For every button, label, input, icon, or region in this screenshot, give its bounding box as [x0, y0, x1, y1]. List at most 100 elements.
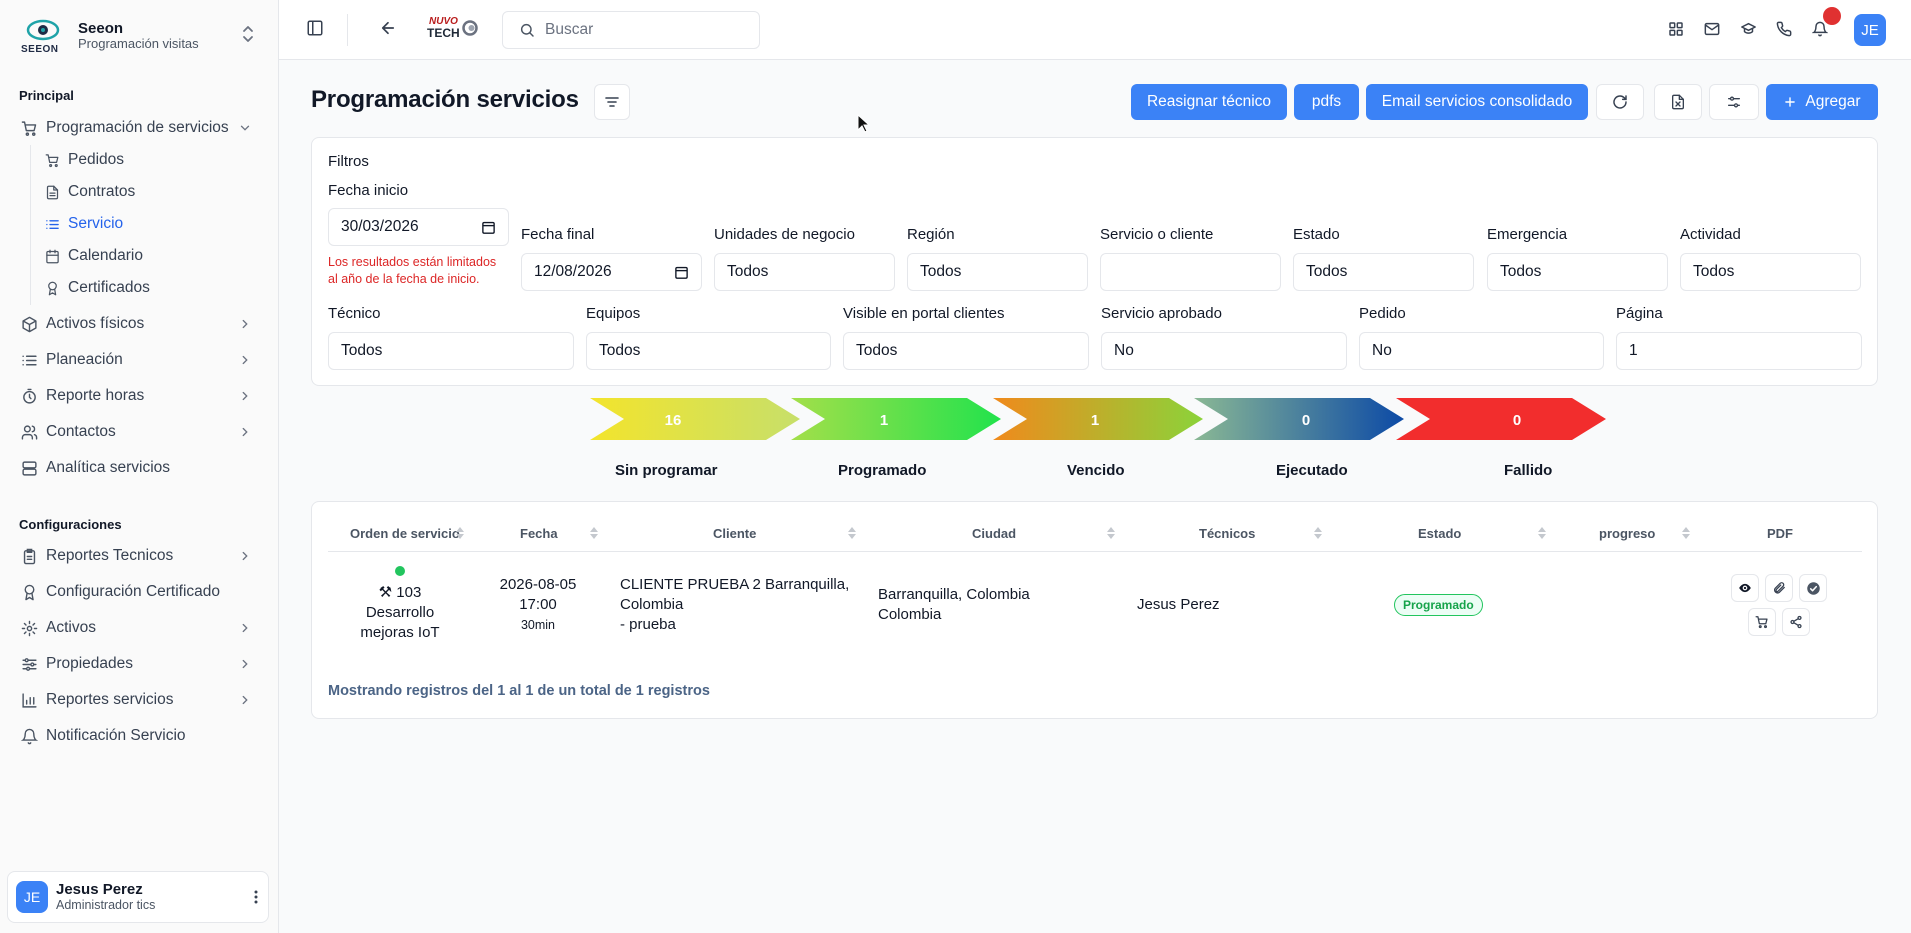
paperclip-icon	[1772, 581, 1786, 595]
chevron-right-icon	[238, 353, 252, 367]
sub-item-certificados[interactable]: Certificados	[44, 274, 244, 302]
sort-icon[interactable]	[1107, 527, 1115, 539]
sort-icon[interactable]	[1538, 527, 1546, 539]
sub-item-contratos[interactable]: Contratos	[44, 178, 244, 206]
servicio-cliente-input[interactable]	[1100, 253, 1281, 291]
topbar-avatar[interactable]: JE	[1854, 14, 1886, 46]
col-ciudad[interactable]: Ciudad	[972, 526, 1016, 541]
pdfs-button[interactable]: pdfs	[1294, 84, 1359, 120]
sort-icon[interactable]	[1314, 527, 1322, 539]
brand-switcher[interactable]: SEEON Seeon Programación visitas	[18, 16, 263, 56]
nav-activos[interactable]: Activos	[20, 613, 260, 643]
client-cell: CLIENTE PRUEBA 2 Barranquilla, Colombia …	[620, 575, 860, 635]
sort-icon[interactable]	[456, 527, 464, 539]
col-tecnicos[interactable]: Técnicos	[1199, 526, 1255, 541]
nav-propiedades[interactable]: Propiedades	[20, 649, 260, 679]
seeon-logo: SEEON	[18, 16, 68, 56]
pedido-select[interactable]: No	[1359, 332, 1604, 370]
col-progreso[interactable]: progreso	[1599, 526, 1655, 541]
region-select[interactable]: Todos	[907, 253, 1088, 291]
tecnico-label: Técnico	[328, 305, 381, 322]
calendar-icon[interactable]	[674, 265, 689, 280]
tecnico-select[interactable]: Todos	[328, 332, 574, 370]
cart-icon	[44, 152, 60, 168]
nav-reportes-tecnicos[interactable]: Reportes Tecnicos	[20, 541, 260, 571]
email-consolidated-button[interactable]: Email servicios consolidado	[1366, 84, 1588, 120]
sub-item-label: Pedidos	[68, 151, 125, 168]
share-button[interactable]	[1782, 608, 1810, 636]
pagina-select[interactable]: 1	[1616, 332, 1862, 370]
apps-icon[interactable]	[1668, 21, 1684, 37]
actividad-select[interactable]: Todos	[1680, 253, 1861, 291]
view-button[interactable]	[1731, 574, 1759, 602]
attachment-button[interactable]	[1765, 574, 1793, 602]
filter-toggle-button[interactable]	[594, 84, 630, 120]
reassign-technician-button[interactable]: Reasignar técnico	[1131, 84, 1287, 120]
sub-item-pedidos[interactable]: Pedidos	[44, 146, 244, 174]
box-icon	[20, 315, 38, 333]
more-vertical-icon[interactable]	[254, 889, 258, 905]
order-description-line-1: Desarrollo	[365, 604, 435, 621]
nav-programacion-servicios[interactable]: Programación de servicios	[20, 113, 260, 143]
equipos-select[interactable]: Todos	[586, 332, 831, 370]
sub-item-calendario[interactable]: Calendario	[44, 242, 244, 270]
user-menu[interactable]: JE Jesus Perez Administrador tics	[7, 871, 269, 923]
client-line-1: CLIENTE PRUEBA 2 Barranquilla,	[620, 576, 850, 593]
export-excel-button[interactable]	[1654, 84, 1702, 120]
sort-icon[interactable]	[590, 527, 598, 539]
order-cart-button[interactable]	[1748, 608, 1776, 636]
chevron-down-icon	[238, 121, 252, 135]
add-button[interactable]: Agregar	[1766, 84, 1878, 120]
sub-item-label: Contratos	[68, 183, 136, 200]
city-line-2: Colombia	[878, 606, 942, 623]
col-fecha[interactable]: Fecha	[520, 526, 558, 541]
settings-button[interactable]	[1709, 84, 1759, 120]
graduation-cap-icon[interactable]	[1740, 21, 1757, 37]
approve-button[interactable]	[1799, 574, 1827, 602]
sub-item-servicio[interactable]: Servicio	[44, 210, 244, 238]
sub-item-label: Certificados	[68, 279, 150, 296]
nav-configuracion-certificado[interactable]: Configuración Certificado	[20, 577, 260, 607]
nav-contactos[interactable]: Contactos	[20, 417, 260, 447]
calendar-icon[interactable]	[481, 220, 496, 235]
col-cliente[interactable]: Cliente	[713, 526, 756, 541]
city-cell: Barranquilla, Colombia Colombia	[878, 585, 1078, 625]
col-estado[interactable]: Estado	[1418, 526, 1461, 541]
fecha-final-value: 12/08/2026	[534, 263, 612, 280]
list-icon	[20, 351, 38, 369]
nav-reporte-horas[interactable]: Reporte horas	[20, 381, 260, 411]
unidades-select[interactable]: Todos	[714, 253, 895, 291]
order-description-line-2: mejoras IoT	[360, 624, 440, 641]
search-input[interactable]	[545, 21, 745, 39]
nav-label: Reportes Tecnicos	[46, 547, 174, 564]
nav-planeacion[interactable]: Planeación	[20, 345, 260, 375]
chevron-right-icon	[238, 657, 252, 671]
nav-analitica-servicios[interactable]: Analítica servicios	[20, 453, 260, 483]
nav-reportes-servicios[interactable]: Reportes servicios	[20, 685, 260, 715]
nav-activos-fisicos[interactable]: Activos físicos	[20, 309, 260, 339]
date-limit-warning: Los resultados están limitados al año de…	[328, 255, 497, 286]
phone-icon[interactable]	[1776, 21, 1792, 37]
sort-icon[interactable]	[1682, 527, 1690, 539]
sidebar: SEEON Seeon Programación visitas Princip…	[0, 0, 279, 933]
nav-label: Propiedades	[46, 655, 134, 672]
mouse-cursor-icon	[857, 114, 871, 134]
col-orden-servicio[interactable]: Orden de servicio	[350, 526, 460, 541]
sort-icon[interactable]	[848, 527, 856, 539]
fecha-final-input[interactable]: 12/08/2026	[521, 253, 702, 291]
visible-portal-select[interactable]: Todos	[843, 332, 1089, 370]
fecha-inicio-input[interactable]: 30/03/2026	[328, 208, 509, 246]
emergencia-select[interactable]: Todos	[1487, 253, 1668, 291]
sidebar-toggle-icon[interactable]	[306, 19, 324, 37]
nav-notificacion-servicio[interactable]: Notificación Servicio	[20, 721, 260, 751]
mail-icon[interactable]	[1704, 21, 1720, 37]
refresh-button[interactable]	[1596, 84, 1644, 120]
back-arrow-icon[interactable]	[379, 19, 397, 37]
estado-select[interactable]: Todos	[1293, 253, 1474, 291]
bell-icon[interactable]	[1812, 21, 1828, 37]
nav-label: Reportes servicios	[46, 691, 174, 708]
search-box[interactable]	[502, 11, 760, 49]
nuvotech-logo-text-2: TECH	[427, 26, 460, 40]
filters-title: Filtros	[328, 153, 369, 170]
servicio-aprobado-select[interactable]: No	[1101, 332, 1347, 370]
